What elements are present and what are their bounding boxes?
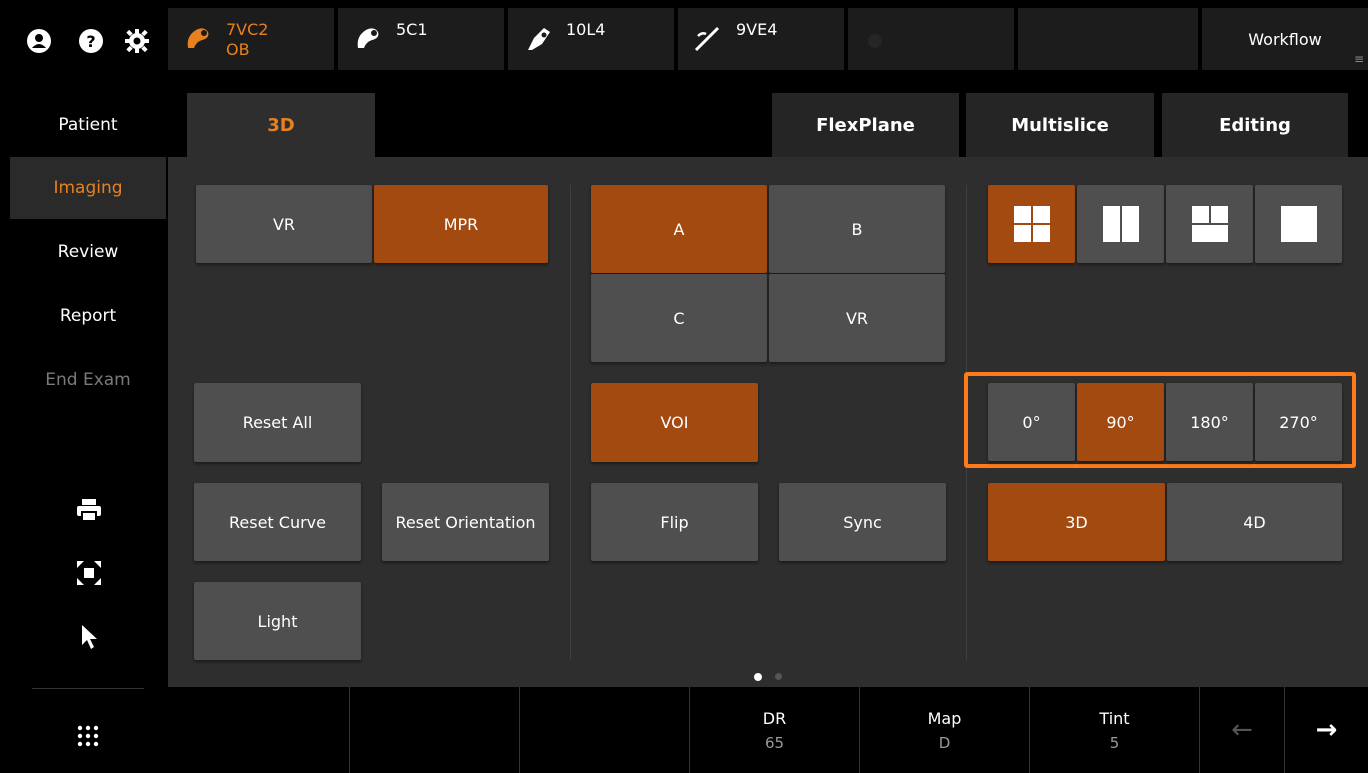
next-page-button[interactable]: → [1284,687,1368,773]
prev-page-button[interactable]: ← [1199,687,1284,773]
nav-review[interactable]: Review [10,221,166,283]
map-control[interactable]: Map D [859,687,1029,773]
probe-name: 10L4 [566,20,606,39]
map-label: Map [927,708,962,728]
dr-label: DR [762,708,787,728]
layout-single-button[interactable] [1255,185,1342,263]
gear-icon[interactable] [124,28,150,54]
tab-3d[interactable]: 3D [187,93,375,157]
print-icon[interactable] [76,498,102,526]
probe-icon [182,22,214,54]
probe-name: 9VE4 [736,20,778,39]
layout-quad-button[interactable] [988,185,1075,263]
bottom-cell-empty[interactable] [519,687,689,773]
tint-label: Tint [1099,708,1130,728]
tint-value: 5 [1109,733,1120,752]
nav-report[interactable]: Report [10,285,166,347]
svg-text:?: ? [86,32,95,51]
tab-multislice[interactable]: Multislice [966,93,1154,157]
workflow-button[interactable]: Workflow ≡ [1202,8,1368,70]
nav-patient[interactable]: Patient [10,94,166,156]
nav-end-exam[interactable]: End Exam [10,349,166,411]
quadrant-a-button[interactable]: A [591,185,767,273]
probe-icon [352,22,384,54]
layout-dual-button[interactable] [1077,185,1164,263]
reset-curve-button[interactable]: Reset Curve [194,483,361,561]
arrow-right-icon: → [1315,715,1338,745]
tab-flexplane[interactable]: FlexPlane [772,93,959,157]
vr-button[interactable]: VR [196,185,372,263]
probe-preset: OB [226,40,250,59]
quadrant-vr-button[interactable]: VR [769,274,945,362]
quadrant-b-button[interactable]: B [769,185,945,273]
rotate-90-button[interactable]: 90° [1077,383,1164,461]
layout-single-icon [1280,206,1317,242]
rotate-270-button[interactable]: 270° [1255,383,1342,461]
mode-4d-button[interactable]: 4D [1167,483,1342,561]
probe-5c1[interactable]: 5C1 [338,8,504,70]
nav-divider [32,688,144,689]
probe-7vc2[interactable]: 7VC2 OB [168,8,334,70]
layout-quad-icon [1013,206,1050,242]
probe-icon [522,22,554,54]
probe-9ve4[interactable]: 9VE4 [678,8,844,70]
rotate-0-button[interactable]: 0° [988,383,1075,461]
workflow-label: Workflow [1248,29,1322,49]
reset-all-button[interactable]: Reset All [194,383,361,462]
layout-triple-button[interactable] [1166,185,1253,263]
probe-name: 7VC2 [226,20,269,39]
probe-name: 5C1 [396,20,428,39]
fullscreen-icon[interactable] [76,560,102,590]
voi-button[interactable]: VOI [591,383,758,462]
probe-slot-empty[interactable] [848,8,1014,70]
help-icon[interactable]: ? [78,28,104,54]
layout-triple-icon [1191,206,1228,242]
quadrant-c-button[interactable]: C [591,274,767,362]
map-value: D [938,733,951,752]
probe-icon [692,22,724,54]
pointer-icon[interactable] [80,624,100,654]
column-divider [570,185,571,660]
rotate-180-button[interactable]: 180° [1166,383,1253,461]
sync-button[interactable]: Sync [779,483,946,561]
tint-control[interactable]: Tint 5 [1029,687,1199,773]
reset-orientation-button[interactable]: Reset Orientation [382,483,549,561]
menu-icon: ≡ [1353,52,1364,66]
flip-button[interactable]: Flip [591,483,758,561]
user-icon[interactable] [26,28,52,54]
dr-value: 65 [764,733,785,752]
empty-slot-icon [868,34,882,48]
bottom-cell-empty[interactable] [349,687,519,773]
mode-3d-button[interactable]: 3D [988,483,1165,561]
page-dot-active[interactable] [754,673,762,681]
arrow-left-icon: ← [1231,715,1253,745]
probe-10l4[interactable]: 10L4 [508,8,674,70]
dr-control[interactable]: DR 65 [689,687,859,773]
tab-editing[interactable]: Editing [1162,93,1348,157]
probe-slot-empty-2[interactable] [1018,8,1198,70]
page-dot[interactable] [775,673,782,680]
layout-dual-icon [1102,206,1139,242]
light-button[interactable]: Light [194,582,361,660]
mpr-button[interactable]: MPR [374,185,548,263]
nav-imaging[interactable]: Imaging [10,157,166,219]
apps-grid-icon[interactable] [76,724,100,752]
